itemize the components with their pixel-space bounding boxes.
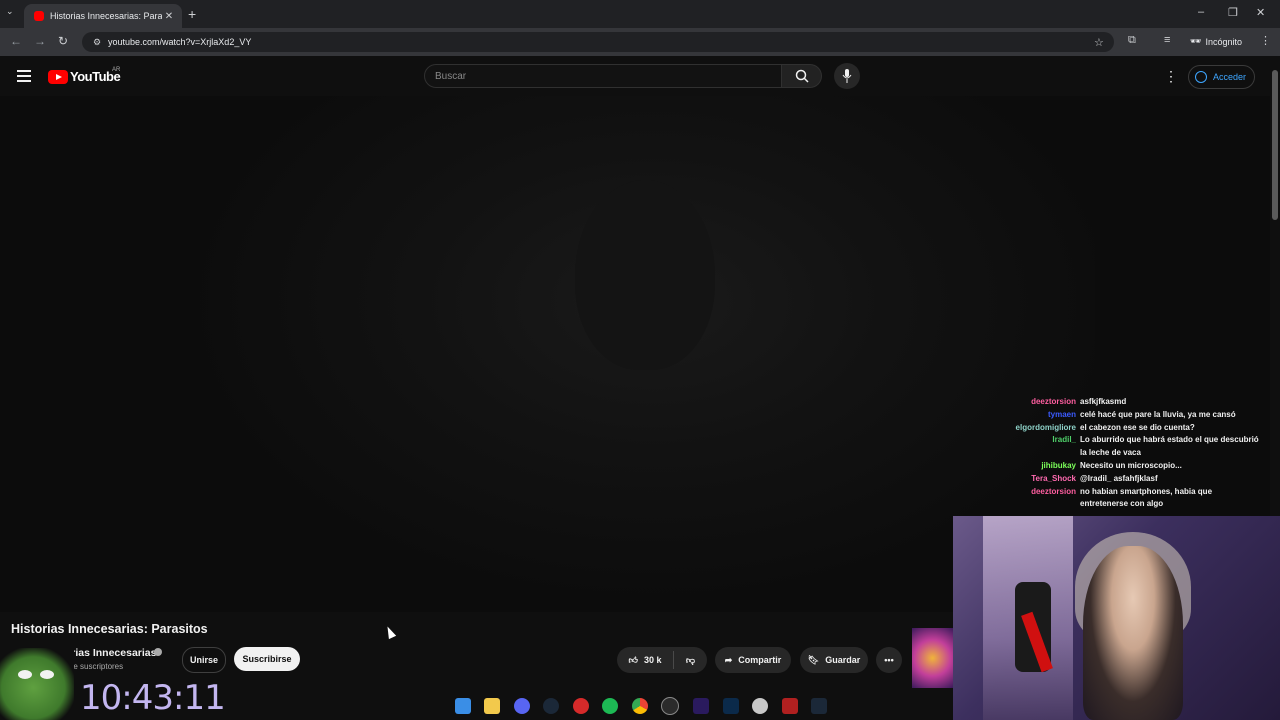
- spotify-icon[interactable]: [602, 698, 619, 714]
- chat-message: deeztorsion asfkjfkasmd: [990, 396, 1270, 409]
- reading-list-icon[interactable]: ≡: [1164, 34, 1170, 46]
- app-banner-icon[interactable]: [781, 698, 798, 714]
- incognito-icon: 🕶: [1190, 36, 1202, 46]
- more-horizontal-icon: •••: [884, 655, 894, 665]
- video-title: Historias Innecesarias: Parasitos: [11, 622, 208, 636]
- restore-icon[interactable]: ❐: [1228, 6, 1238, 19]
- reload-icon[interactable]: ↻: [58, 34, 68, 48]
- video-figure: [575, 180, 715, 370]
- ccleaner-icon[interactable]: [752, 698, 769, 714]
- chat-message: jihibukay Necesito un microscopio...: [990, 460, 1270, 473]
- streamer: [1083, 546, 1183, 720]
- youtube-favicon-icon: [34, 11, 44, 21]
- chat-text: asfkjfkasmd: [1080, 397, 1127, 406]
- incognito-badge[interactable]: 🕶 Incógnito: [1190, 36, 1242, 47]
- browser-tab-title: Historias Innecesarias: Paras: [50, 11, 162, 21]
- forward-icon[interactable]: →: [34, 34, 46, 48]
- signin-button[interactable]: Acceder: [1188, 65, 1256, 89]
- chat-text: @Iradil_ asfahfjklasf: [1080, 473, 1158, 483]
- chat-text: celé hacé que pare la lluvia, ya me cans…: [1080, 409, 1236, 419]
- hamburger-menu-icon[interactable]: [17, 70, 31, 85]
- new-tab-icon[interactable]: +: [188, 6, 196, 22]
- file-explorer-icon[interactable]: [484, 698, 501, 714]
- share-button[interactable]: ➦ Compartir: [715, 647, 791, 673]
- address-bar[interactable]: ⚙ youtube.com/watch?v=XrjlaXd2_VY ☆: [82, 32, 1114, 52]
- steam-tray-icon[interactable]: [811, 698, 828, 714]
- search-button[interactable]: [782, 64, 822, 88]
- photoshop-icon[interactable]: [722, 698, 739, 714]
- chat-user: jihibukay: [1041, 460, 1076, 470]
- save-button[interactable]: 🔖︎ Guardar: [800, 647, 868, 673]
- chat-user: deeztorsion: [1031, 397, 1076, 406]
- chat-user: Iradil_: [1052, 435, 1076, 445]
- thumbs-down-icon: 👎︎: [685, 654, 696, 665]
- account-icon: [1195, 71, 1207, 83]
- more-actions-button[interactable]: •••: [876, 647, 902, 673]
- chat-message: tymaen celé hacé que pare la lluvia, ya m…: [990, 409, 1270, 422]
- search-icon: [795, 69, 809, 83]
- extensions-icon[interactable]: ⧉: [1128, 34, 1136, 47]
- settings-kebab-icon[interactable]: ⋮: [1164, 68, 1178, 85]
- chat-user: Tera_Shock: [1031, 473, 1076, 483]
- steam-icon[interactable]: [543, 698, 560, 714]
- browser-menu-icon[interactable]: ⋮: [1260, 34, 1271, 47]
- windows-start-icon[interactable]: [454, 698, 471, 714]
- country-code: AR: [112, 67, 121, 73]
- chat-user: elgordomigliore: [1015, 422, 1076, 432]
- stream-clock: 10:43:11: [80, 678, 226, 718]
- chat-user: tymaen: [1047, 409, 1076, 419]
- join-button[interactable]: Unirse: [182, 647, 226, 673]
- minimize-icon[interactable]: –: [1198, 6, 1204, 18]
- chat-user: deeztorsion: [1031, 486, 1076, 496]
- mouse-cursor-icon: [383, 624, 397, 640]
- frog-eye-left: [18, 670, 32, 679]
- back-icon[interactable]: ←: [10, 34, 22, 48]
- subscribe-button[interactable]: Suscribirse: [234, 647, 300, 671]
- chat-text: no habian smartphones, habia que entrete…: [1080, 486, 1213, 509]
- address-url: youtube.com/watch?v=XrjlaXd2_VY: [108, 37, 252, 47]
- chat-text: Necesito un microscopio...: [1080, 460, 1182, 470]
- like-dislike-group: 👍︎ 30 k 👎︎: [617, 647, 707, 673]
- share-label: Compartir: [738, 655, 782, 665]
- search-input[interactable]: Buscar: [424, 64, 782, 88]
- close-tab-icon[interactable]: ✕: [162, 11, 176, 22]
- chat-message: deeztorsion no habian smartphones, habia …: [990, 486, 1270, 512]
- signin-label: Acceder: [1213, 72, 1247, 82]
- chat-text: Lo aburrido que habrá estado el que desc…: [1080, 435, 1259, 458]
- youtube-logo[interactable]: YouTube AR: [48, 67, 121, 84]
- frog-emote-icon: [0, 648, 74, 720]
- obs-icon[interactable]: [661, 697, 680, 715]
- verified-badge-icon: [154, 648, 162, 656]
- microphone-icon: [842, 69, 852, 83]
- chat-message: Iradil_ Lo aburrido que habrá estado el q…: [990, 434, 1270, 460]
- recommended-thumbnail[interactable]: [912, 628, 953, 688]
- incognito-label: Incógnito: [1205, 36, 1242, 47]
- premiere-icon[interactable]: [693, 698, 710, 714]
- bookmark-star-icon[interactable]: ☆: [1094, 36, 1114, 49]
- taskbar: [448, 692, 834, 720]
- browser-tab[interactable]: Historias Innecesarias: Paras ✕: [24, 4, 182, 28]
- frog-eye-right: [40, 670, 54, 679]
- bookmark-icon: 🔖︎: [807, 654, 820, 665]
- like-button[interactable]: 👍︎ 30 k: [617, 651, 674, 669]
- window-close-icon[interactable]: ✕: [1256, 6, 1265, 19]
- site-info-icon[interactable]: ⚙: [86, 37, 108, 48]
- chrome-icon[interactable]: [631, 698, 648, 714]
- save-label: Guardar: [825, 655, 861, 665]
- share-arrow-icon: ➦: [724, 654, 733, 665]
- thumbs-up-icon: 👍︎: [628, 654, 638, 665]
- app-red-icon[interactable]: [572, 698, 589, 714]
- stream-chat-overlay: deeztorsion asfkjfkasmd tymaen celé hacé q…: [990, 396, 1270, 511]
- youtube-play-logo-icon: [48, 69, 68, 84]
- chat-message: Tera_Shock @Iradil_ asfahfjklasf: [990, 473, 1270, 486]
- scrollbar-thumb[interactable]: [1272, 70, 1278, 220]
- chat-text: el cabezon ese se dio cuenta?: [1080, 422, 1195, 432]
- like-count: 30 k: [643, 655, 662, 665]
- tab-search-icon[interactable]: ⌄: [6, 6, 14, 17]
- webcam-overlay: [953, 516, 1280, 720]
- discord-icon[interactable]: [513, 698, 530, 714]
- chat-message: elgordomigliore el cabezon ese se dio cue…: [990, 422, 1270, 435]
- dislike-button[interactable]: 👎︎: [674, 655, 707, 666]
- voice-search-button[interactable]: [834, 63, 860, 89]
